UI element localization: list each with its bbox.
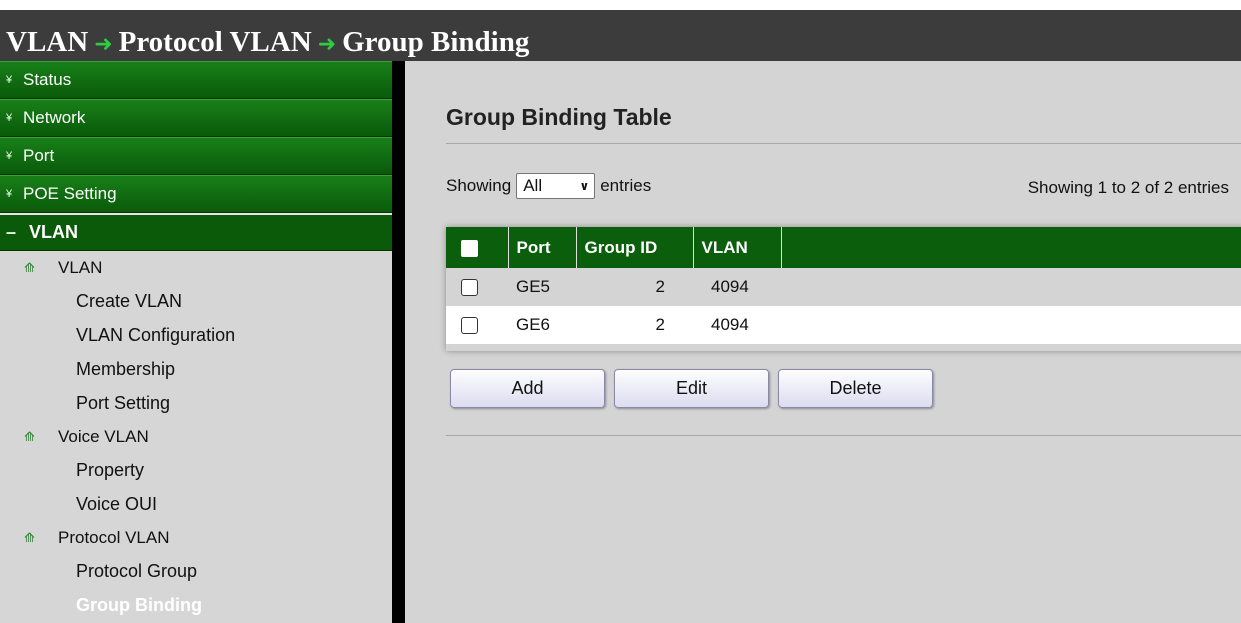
title-bar: VLAN ➜ Protocol VLAN ➜ Group Binding — [0, 0, 1241, 61]
header-filler — [781, 227, 1241, 268]
sidebar-item-membership[interactable]: Membership — [0, 352, 392, 386]
showing-prefix: Showing — [446, 176, 512, 195]
cell-filler — [781, 306, 1241, 344]
entries-select[interactable]: All ∨ — [516, 173, 596, 199]
menu-status[interactable]: ¥ Status — [0, 61, 392, 99]
edit-button[interactable]: Edit — [614, 369, 769, 408]
menu-vlan[interactable]: – VLAN — [0, 213, 392, 251]
table-row[interactable]: GE5 2 4094 — [446, 268, 1241, 306]
double-chevron-up-icon: ⟰ — [24, 428, 35, 444]
menu-port-label: Port — [23, 146, 55, 165]
sidebar-item-create-vlan[interactable]: Create VLAN — [0, 284, 392, 318]
sidebar-item-property[interactable]: Property — [0, 453, 392, 487]
menu-poe-setting-label: POE Setting — [23, 184, 117, 203]
delete-button[interactable]: Delete — [778, 369, 933, 408]
breadcrumb-vlan: VLAN — [6, 26, 89, 58]
double-chevron-down-icon: ¥ — [6, 74, 13, 86]
group-vlan-label: VLAN — [58, 257, 103, 277]
select-all-checkbox[interactable] — [461, 239, 478, 257]
collapse-minus-icon: – — [6, 222, 17, 242]
sidebar: ¥ Status ¥ Network ¥ Port ¥ POE Setting … — [0, 61, 392, 623]
column-header-port[interactable]: Port — [508, 227, 577, 268]
column-header-group-id[interactable]: Group ID — [576, 227, 694, 268]
sidebar-item-group-binding[interactable]: Group Binding — [0, 588, 392, 622]
column-header-vlan[interactable]: VLAN — [693, 227, 782, 268]
group-binding-table: Port Group ID VLAN GE5 2 4094 GE6 2 4094 — [446, 227, 1241, 351]
menu-poe-setting[interactable]: ¥ POE Setting — [0, 175, 392, 213]
cell-vlan: 4094 — [711, 277, 749, 296]
chevron-down-icon: ∨ — [579, 179, 590, 193]
double-chevron-up-icon: ⟰ — [24, 259, 35, 275]
row-checkbox[interactable] — [461, 317, 478, 335]
group-protocol-vlan[interactable]: ⟰ Protocol VLAN — [0, 521, 392, 554]
double-chevron-down-icon: ¥ — [6, 150, 13, 162]
sidebar-item-vlan-configuration[interactable]: VLAN Configuration — [0, 318, 392, 352]
main-panel: Group Binding Table Showing All ∨ entrie… — [405, 61, 1241, 623]
menu-vlan-label: VLAN — [29, 222, 78, 242]
cell-group-id: 2 — [655, 277, 665, 296]
group-protocol-vlan-label: Protocol VLAN — [58, 527, 170, 547]
sidebar-item-voice-oui[interactable]: Voice OUI — [0, 487, 392, 521]
group-voice-vlan[interactable]: ⟰ Voice VLAN — [0, 420, 392, 453]
cell-filler — [781, 268, 1241, 306]
double-chevron-down-icon: ¥ — [6, 188, 13, 200]
add-button[interactable]: Add — [450, 369, 605, 408]
breadcrumb-group-binding: Group Binding — [342, 26, 530, 58]
group-voice-vlan-label: Voice VLAN — [58, 426, 149, 446]
row-select-cell — [446, 268, 508, 306]
table-header-row: Port Group ID VLAN — [446, 227, 1241, 268]
select-all-header — [446, 227, 509, 268]
table-row[interactable]: GE6 2 4094 — [446, 306, 1241, 344]
bottom-divider — [446, 435, 1241, 436]
cell-vlan: 4094 — [711, 315, 749, 334]
menu-status-label: Status — [23, 70, 72, 89]
sidebar-divider[interactable] — [392, 61, 405, 623]
entries-summary: Showing 1 to 2 of 2 entries — [1027, 178, 1229, 197]
menu-port[interactable]: ¥ Port — [0, 137, 392, 175]
cell-port: GE6 — [516, 315, 551, 334]
title-divider — [446, 143, 1241, 144]
row-select-cell — [446, 306, 508, 344]
menu-network[interactable]: ¥ Network — [0, 99, 392, 137]
breadcrumb-protocol-vlan: Protocol VLAN — [118, 26, 312, 58]
menu-network-label: Network — [23, 108, 86, 127]
row-checkbox[interactable] — [461, 279, 478, 297]
entries-suffix: entries — [600, 176, 652, 195]
double-chevron-down-icon: ¥ — [6, 112, 13, 124]
arrow-right-icon: ➜ — [94, 32, 113, 57]
double-chevron-up-icon: ⟰ — [24, 529, 35, 545]
breadcrumb: VLAN ➜ Protocol VLAN ➜ Group Binding — [6, 22, 529, 62]
sidebar-item-protocol-group[interactable]: Protocol Group — [0, 554, 392, 588]
entries-control: Showing All ∨ entries — [446, 173, 651, 199]
sidebar-item-port-setting[interactable]: Port Setting — [0, 386, 392, 420]
entries-select-value: All — [523, 176, 543, 195]
cell-port: GE5 — [516, 277, 551, 296]
page-title: Group Binding Table — [446, 104, 672, 130]
arrow-right-icon: ➜ — [317, 32, 337, 57]
cell-group-id: 2 — [655, 315, 665, 334]
group-vlan[interactable]: ⟰ VLAN — [0, 251, 392, 284]
